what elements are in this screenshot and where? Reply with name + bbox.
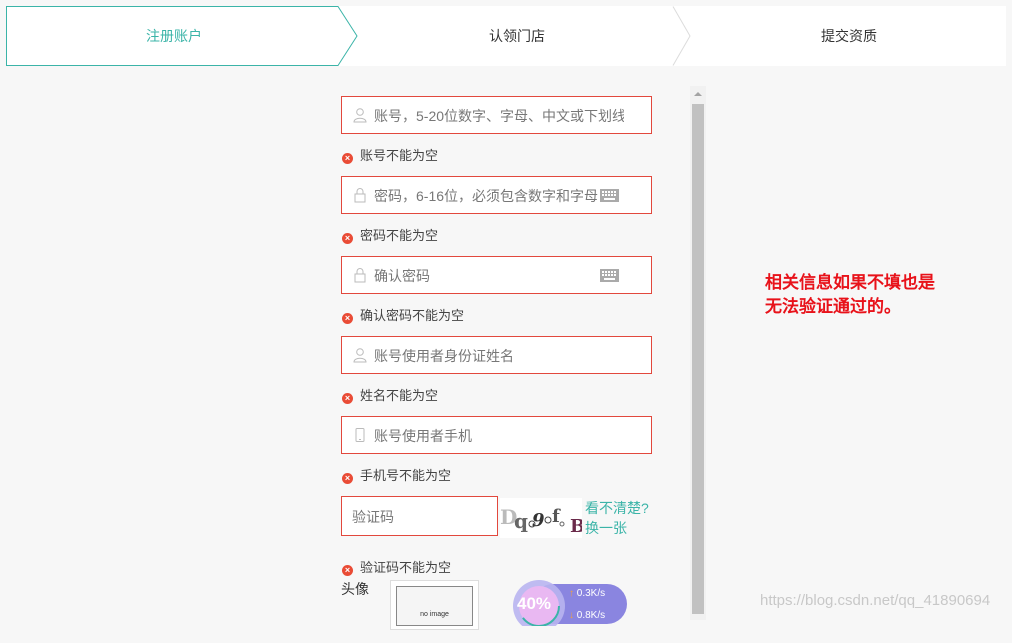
lock-icon (354, 188, 366, 203)
avatar-placeholder: no image (396, 586, 473, 626)
watermark: https://blog.csdn.net/qq_41890694 (760, 592, 991, 609)
account-field[interactable]: 账号，5-20位数字、字母、中文或下划线 (341, 96, 652, 134)
confirm-password-error: × 确认密码不能为空 (342, 307, 464, 325)
error-icon: × (342, 313, 353, 324)
annotation-line-2: 无法验证通过的。 (765, 297, 901, 316)
download-speed: ↓ 0.8K/s (569, 610, 606, 621)
upload-speed: ↑ 0.3K/s (569, 588, 606, 599)
error-icon: × (342, 393, 353, 404)
captcha-placeholder: 验证码 (352, 509, 394, 525)
phone-icon (355, 428, 365, 442)
avatar-upload[interactable]: no image (390, 580, 479, 630)
account-error: × 账号不能为空 (342, 147, 438, 165)
captcha-image[interactable]: D q 9 f B (500, 498, 585, 538)
error-icon: × (342, 233, 353, 244)
scrollbar-thumb[interactable] (692, 104, 704, 614)
password-error: × 密码不能为空 (342, 227, 438, 245)
phone-error: × 手机号不能为空 (342, 467, 451, 485)
password-field[interactable]: 密码，6-16位，必须包含数字和字母 (341, 176, 652, 214)
captcha-refresh-link[interactable]: 换一张 (585, 518, 627, 538)
phone-placeholder: 账号使用者手机 (374, 428, 472, 444)
speed-percent: 40% (517, 594, 552, 613)
vertical-scrollbar[interactable] (690, 86, 706, 620)
captcha-char: B (570, 516, 582, 537)
lock-icon (354, 268, 366, 283)
error-icon: × (342, 565, 353, 576)
error-icon: × (342, 153, 353, 164)
avatar-label: 头像 (341, 581, 369, 597)
captcha-error: × 验证码不能为空 (342, 559, 451, 577)
network-speed-widget[interactable]: 40% ↑ 0.3K/s ↓ 0.8K/s (505, 576, 630, 632)
keyboard-icon[interactable] (600, 269, 619, 282)
captcha-char: q (514, 509, 528, 533)
user-icon (353, 108, 367, 123)
step-register-account: 注册账户 (146, 28, 202, 44)
download-arrow-icon: ↓ (569, 610, 574, 621)
scroll-up-icon[interactable] (690, 86, 706, 102)
captcha-field[interactable]: 验证码 (341, 496, 498, 536)
phone-field[interactable]: 账号使用者手机 (341, 416, 652, 454)
confirm-password-field[interactable]: 确认密码 (341, 256, 652, 294)
captcha-char: 9 (532, 510, 545, 531)
user-icon (353, 348, 367, 363)
captcha-noise (559, 521, 565, 527)
error-icon: × (342, 473, 353, 484)
keyboard-icon[interactable] (600, 189, 619, 202)
captcha-refresh-hint[interactable]: 看不清楚? (585, 498, 649, 518)
password-placeholder: 密码，6-16位，必须包含数字和字母 (374, 188, 599, 204)
confirm-password-placeholder: 确认密码 (374, 268, 430, 284)
name-error: × 姓名不能为空 (342, 387, 438, 405)
captcha-graphic: D q 9 f B (500, 505, 585, 537)
upload-arrow-icon: ↑ (569, 588, 574, 599)
annotation-text: 相关信息如果不填也是 无法验证通过的。 (765, 271, 965, 319)
step-submit-qualification: 提交资质 (821, 28, 877, 44)
name-field[interactable]: 账号使用者身份证姓名 (341, 336, 652, 374)
step-claim-store: 认领门店 (489, 28, 545, 44)
progress-steps: 注册账户 认领门店 提交资质 (6, 6, 1006, 66)
name-placeholder: 账号使用者身份证姓名 (374, 348, 514, 364)
annotation-line-1: 相关信息如果不填也是 (765, 273, 935, 292)
account-placeholder: 账号，5-20位数字、字母、中文或下划线 (374, 108, 624, 124)
captcha-noise (544, 516, 552, 524)
